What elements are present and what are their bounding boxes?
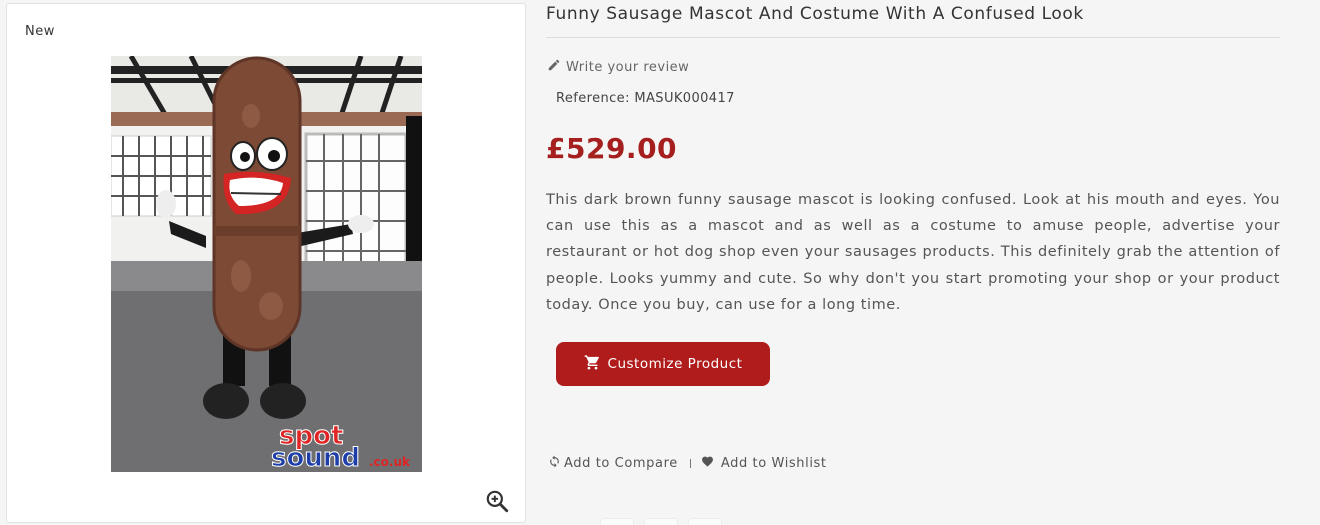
cutoff-tab: [600, 518, 634, 525]
svg-text:sound: sound: [271, 443, 360, 472]
product-image-card: New spot sound .co.uk: [6, 3, 526, 523]
customize-product-button[interactable]: Customize Product: [556, 342, 770, 386]
reference-label: Reference:: [556, 91, 630, 106]
add-to-compare-label: Add to Compare: [564, 456, 678, 471]
reference-value: MASUK000417: [634, 91, 735, 106]
svg-text:.co.uk: .co.uk: [369, 455, 411, 469]
cutoff-tab: [688, 518, 722, 525]
product-description: This dark brown funny sausage mascot is …: [546, 192, 1280, 313]
bottom-cutoff-elements: [600, 518, 722, 525]
customize-product-label: Customize Product: [607, 356, 743, 372]
product-price: £529.00: [546, 132, 678, 165]
product-page: New spot sound .co.uk Funny Sausage Masc…: [0, 0, 1320, 525]
write-review-label: Write your review: [566, 59, 690, 75]
heart-icon: [701, 455, 714, 472]
refresh-icon: [548, 455, 561, 472]
product-actions: Add to Compare Add to Wishlist: [548, 455, 827, 472]
add-to-wishlist-label: Add to Wishlist: [720, 456, 827, 471]
product-photo[interactable]: spot sound .co.uk: [111, 56, 422, 472]
product-reference: Reference: MASUK000417: [556, 91, 735, 106]
cutoff-tab: [644, 518, 678, 525]
product-title: Funny Sausage Mascot And Costume With A …: [546, 0, 1280, 38]
new-badge: New: [25, 24, 55, 39]
cart-icon: [584, 354, 601, 375]
write-review-link[interactable]: Write your review: [547, 58, 689, 76]
add-to-wishlist-link[interactable]: Add to Wishlist: [701, 455, 827, 472]
zoom-in-icon[interactable]: [484, 488, 510, 514]
pencil-icon: [547, 58, 561, 76]
product-info: Funny Sausage Mascot And Costume With A …: [546, 0, 1280, 471]
action-separator: [689, 459, 691, 468]
add-to-compare-link[interactable]: Add to Compare: [548, 455, 678, 472]
